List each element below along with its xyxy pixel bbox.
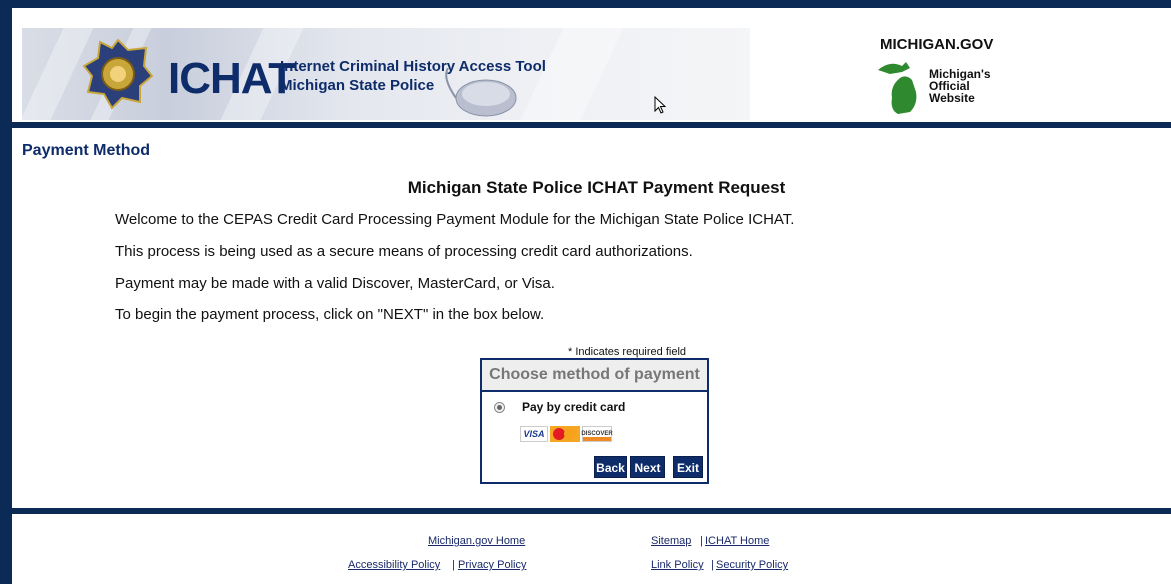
computer-mouse-icon (445, 68, 517, 117)
required-field-note: * Indicates required field (568, 346, 687, 358)
mouse-cursor-icon (654, 96, 666, 114)
footer-link-accessibility[interactable]: Accessibility Policy (348, 559, 440, 571)
credit-card-radio[interactable] (494, 402, 505, 413)
intro-paragraph-3: Payment may be made with a valid Discove… (115, 275, 555, 292)
michigan-map-icon[interactable] (876, 58, 932, 116)
header-divider (12, 122, 1171, 128)
michigan-gov-title[interactable]: MICHIGAN.GOV (880, 36, 993, 53)
payment-box-title: Choose method of payment (482, 360, 707, 392)
visa-card-icon: VISA (520, 426, 548, 442)
footer-separator: | (711, 559, 714, 571)
payment-method-box: Choose method of payment Pay by credit c… (480, 358, 709, 484)
footer-link-sitemap[interactable]: Sitemap (651, 535, 691, 547)
msp-badge-icon (82, 38, 154, 110)
back-button[interactable]: Back (594, 456, 627, 478)
left-frame-bar (0, 0, 12, 584)
footer-divider (12, 508, 1171, 514)
exit-button[interactable]: Exit (673, 456, 703, 478)
section-title: Payment Method (22, 142, 151, 159)
ichat-banner-image[interactable]: ICHAT Internet Criminal History Access T… (22, 28, 750, 120)
mastercard-card-icon (550, 426, 580, 442)
ichat-logo-word: ICHAT (168, 54, 295, 103)
michigan-line-3: Website (929, 91, 975, 105)
footer-link-security[interactable]: Security Policy (716, 559, 788, 571)
footer-separator: | (452, 559, 455, 571)
top-frame-bar (0, 0, 1171, 8)
intro-paragraph-4: To begin the payment process, click on "… (115, 306, 545, 323)
footer-link-michigan-home[interactable]: Michigan.gov Home (428, 535, 525, 547)
ichat-subtagline: Michigan State Police (280, 77, 435, 94)
footer-separator: | (700, 535, 703, 547)
credit-card-option-label[interactable]: Pay by credit card (522, 400, 625, 414)
footer-link-privacy[interactable]: Privacy Policy (458, 559, 526, 571)
discover-card-icon: DISCOVER (581, 426, 613, 442)
footer-link-link-policy[interactable]: Link Policy (651, 559, 704, 571)
next-button[interactable]: Next (630, 456, 665, 478)
footer-link-ichat-home[interactable]: ICHAT Home (705, 535, 769, 547)
page-heading: Michigan State Police ICHAT Payment Requ… (407, 178, 786, 197)
intro-paragraph-2: This process is being used as a secure m… (115, 243, 693, 260)
site-banner: ICHAT Internet Criminal History Access T… (12, 8, 1171, 122)
accepted-cards: VISA DISCOVER (520, 426, 613, 442)
intro-paragraph-1: Welcome to the CEPAS Credit Card Process… (115, 211, 795, 228)
